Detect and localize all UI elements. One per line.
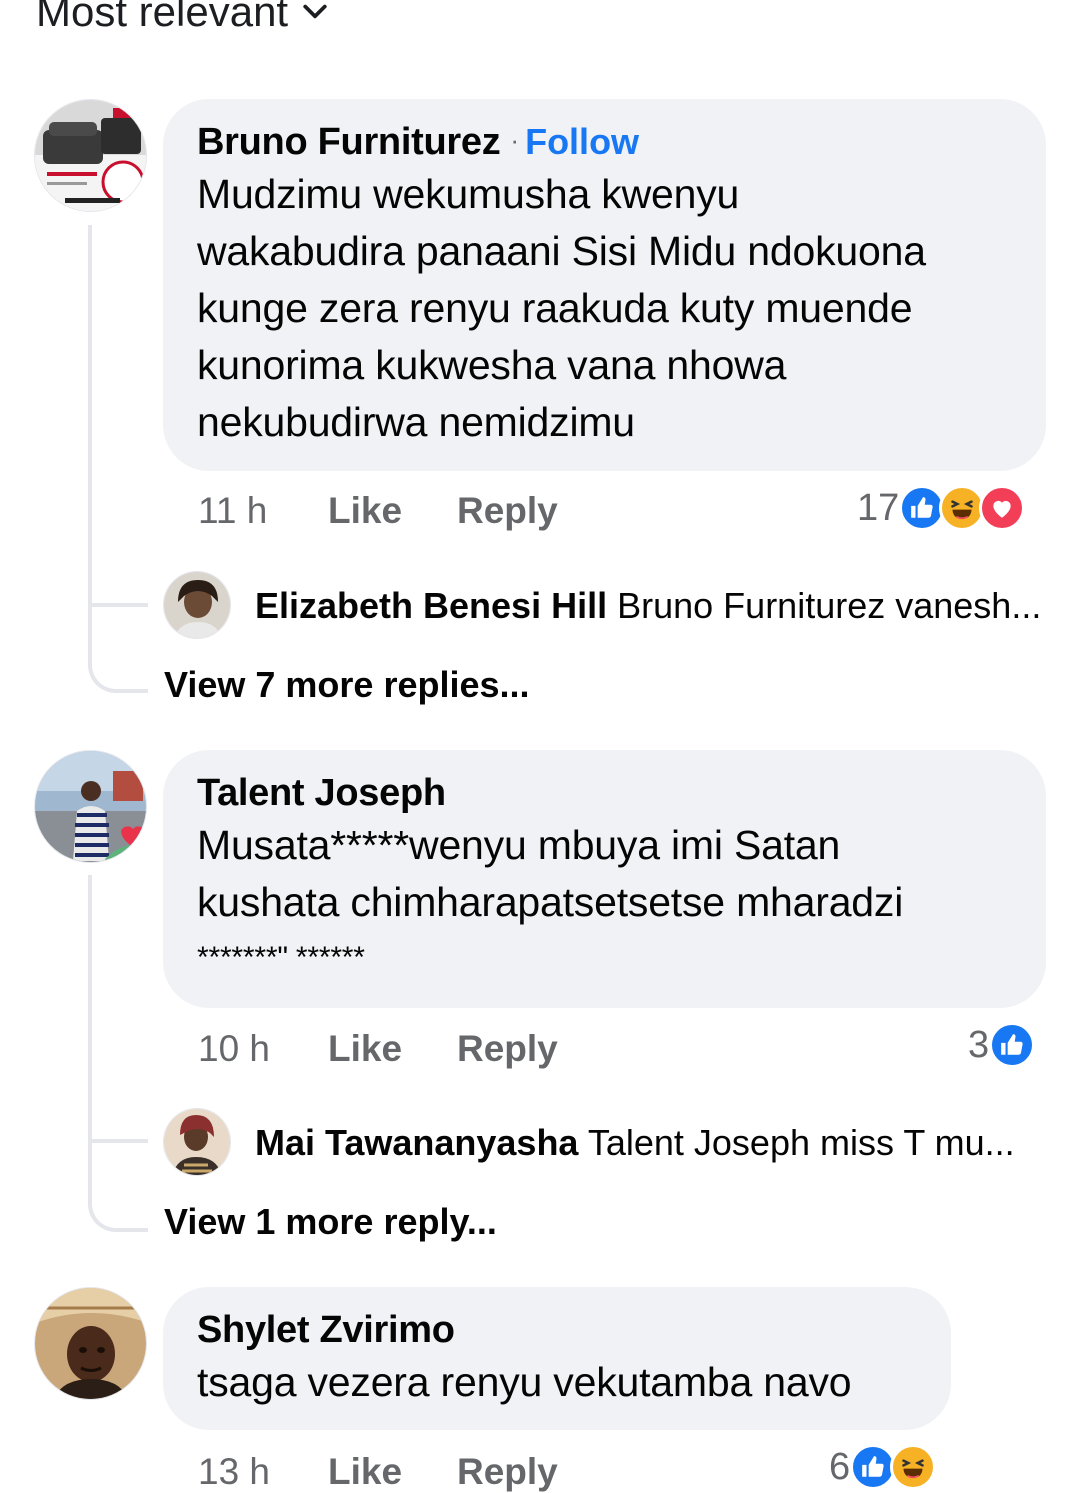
like-button[interactable]: Like [328, 1028, 457, 1070]
comment-author[interactable]: Talent Joseph [197, 772, 446, 814]
comment-actions: 11 h Like Reply [198, 490, 558, 532]
comment-author[interactable]: Shylet Zvirimo [197, 1309, 455, 1351]
avatar[interactable] [34, 1287, 147, 1400]
comment-bubble[interactable]: Talent Joseph Musata*****wenyu mbuya imi… [163, 750, 1046, 1008]
love-icon [979, 485, 1026, 531]
thread-branch [88, 603, 148, 607]
comment-timestamp[interactable]: 10 h [198, 1028, 328, 1070]
comment-timestamp[interactable]: 13 h [198, 1451, 328, 1493]
comment-text: Musata*****wenyu mbuya imi Satan kushata… [197, 822, 904, 974]
reply-author[interactable]: Mai Tawananyasha [255, 1122, 578, 1163]
reaction-summary[interactable]: 3 [968, 1022, 1036, 1068]
like-button[interactable]: Like [328, 490, 457, 532]
comment-bubble[interactable]: Bruno Furniturez · Follow Mudzimu wekumush… [163, 99, 1046, 471]
avatar[interactable] [34, 750, 147, 863]
reply-avatar[interactable] [163, 1108, 231, 1176]
reply-text: Bruno Furniturez vanesh... [617, 585, 1042, 626]
follow-button[interactable]: Follow [525, 121, 639, 162]
reaction-count: 6 [829, 1445, 851, 1488]
reply-author[interactable]: Elizabeth Benesi Hill [255, 585, 607, 626]
comment-actions: 10 h Like Reply [198, 1028, 558, 1070]
view-more-replies-link[interactable]: View 7 more replies... [164, 664, 530, 706]
reply-button[interactable]: Reply [457, 1451, 558, 1493]
avatar[interactable] [34, 99, 147, 212]
reply-preview[interactable]: Elizabeth Benesi Hill Bruno Furniturez v… [255, 585, 1055, 627]
comment-text: Mudzimu wekumusha kwenyu wakabudira pana… [197, 171, 926, 445]
separator-dot: · [510, 125, 520, 155]
comment-author[interactable]: Bruno Furniturez [197, 121, 501, 163]
reaction-count: 3 [968, 1023, 990, 1066]
comment-actions: 13 h Like Reply [198, 1451, 558, 1493]
reply-button[interactable]: Reply [457, 490, 558, 532]
thread-line [88, 875, 148, 1232]
chevron-down-icon [303, 4, 327, 19]
like-icon [989, 1022, 1036, 1068]
reply-preview[interactable]: Mai Tawananyasha Talent Joseph miss T mu… [255, 1122, 1055, 1164]
reaction-count: 17 [857, 486, 900, 529]
comment-timestamp[interactable]: 11 h [198, 490, 328, 532]
comment-text: tsaga vezera renyu vekutamba navo [197, 1359, 852, 1405]
view-more-replies-link[interactable]: View 1 more reply... [164, 1201, 497, 1243]
reaction-summary[interactable]: 6 [829, 1444, 937, 1490]
reply-avatar[interactable] [163, 571, 231, 639]
thread-branch [88, 1139, 148, 1143]
reply-button[interactable]: Reply [457, 1028, 558, 1070]
comment-bubble[interactable]: Shylet Zvirimo tsaga vezera renyu vekuta… [163, 1287, 951, 1430]
sort-dropdown[interactable]: Most relevant [36, 0, 328, 36]
like-button[interactable]: Like [328, 1451, 457, 1493]
haha-icon [890, 1444, 937, 1490]
reaction-summary[interactable]: 17 [857, 485, 1026, 531]
thread-line [88, 225, 148, 693]
sort-label: Most relevant [36, 0, 289, 35]
reply-text: Talent Joseph miss T mu... [587, 1122, 1015, 1163]
